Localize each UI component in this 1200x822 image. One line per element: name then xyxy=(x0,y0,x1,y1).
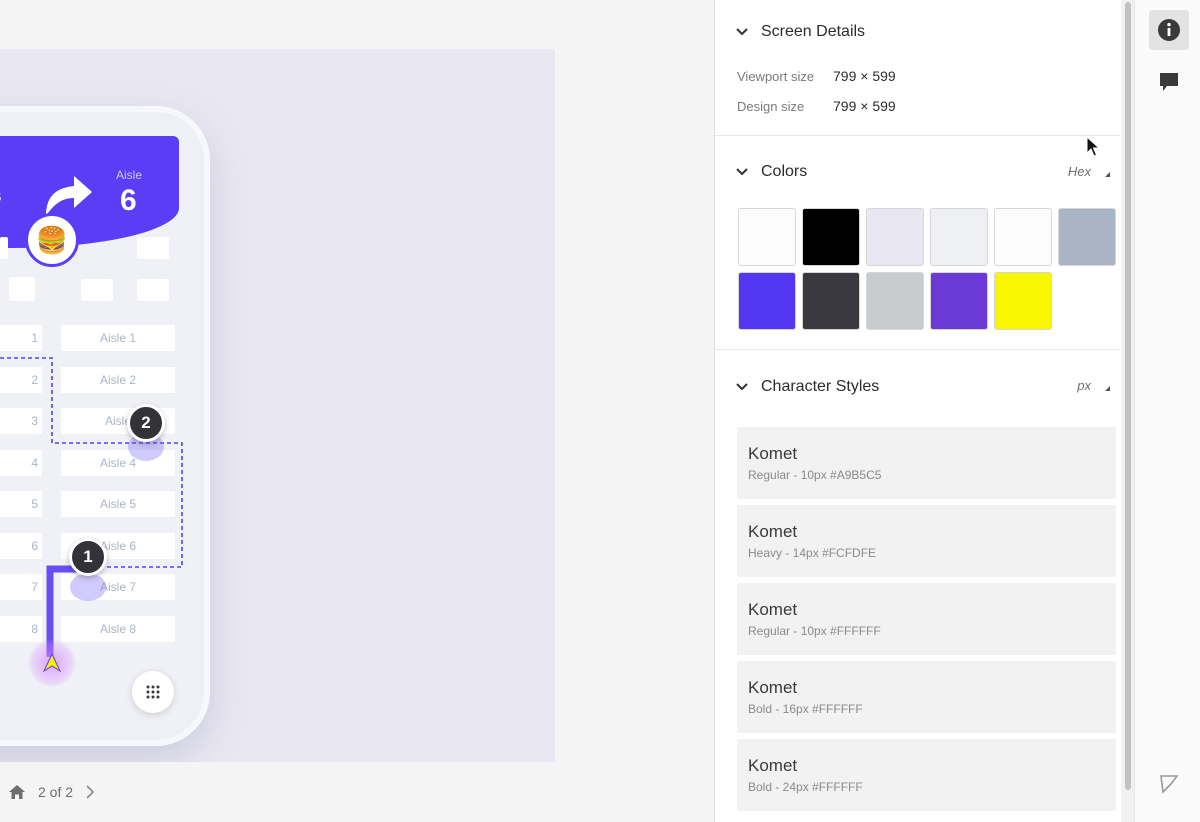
color-swatch[interactable] xyxy=(866,272,924,330)
character-styles-section: Character Styles px Komet Regular - 10px … xyxy=(715,350,1120,822)
pin-halo xyxy=(70,573,106,601)
font-name: Komet xyxy=(748,444,798,463)
flag-icon xyxy=(1160,775,1179,794)
character-style-card[interactable]: Komet Regular - 10px #FFFFFF xyxy=(737,583,1116,655)
panel-scrollbar[interactable] xyxy=(1122,0,1134,822)
color-swatch[interactable] xyxy=(994,208,1052,266)
character-style-card[interactable]: Komet Bold - 16px #FFFFFF xyxy=(737,661,1116,733)
color-swatch[interactable] xyxy=(994,272,1052,330)
color-swatch[interactable] xyxy=(930,208,988,266)
comments-button[interactable] xyxy=(1149,62,1189,102)
detail-value: 799 × 599 xyxy=(833,98,896,114)
color-swatch[interactable] xyxy=(802,272,860,330)
user-location-icon xyxy=(28,639,76,687)
detail-label: Design size xyxy=(737,98,805,114)
character-style-card[interactable]: Komet Heavy - 14px #FCFDFE xyxy=(737,505,1116,577)
design-canvas[interactable]: up ers Aisle 6 🍔 1Aisle 12Aisle 23Aisle4… xyxy=(0,0,714,822)
font-spec: Bold - 16px #FFFFFF xyxy=(748,702,863,716)
dropdown-corner-icon xyxy=(1105,172,1110,177)
detail-label: Viewport size xyxy=(737,68,815,84)
page-indicator: 2 of 2 xyxy=(38,784,74,800)
character-styles-header[interactable]: Character Styles xyxy=(735,377,879,397)
color-swatch[interactable] xyxy=(738,272,796,330)
chevron-down-icon xyxy=(736,168,748,176)
route-stop-2-pin[interactable]: 2 xyxy=(127,404,165,442)
comment-icon xyxy=(1160,73,1178,91)
pin-number: 2 xyxy=(141,413,151,432)
chevron-down-icon xyxy=(736,383,748,391)
inspect-panel: Screen Details Viewport size 799 × 599 D… xyxy=(714,0,1121,822)
font-name: Komet xyxy=(748,756,798,775)
screen-details-header[interactable]: Screen Details xyxy=(735,22,865,42)
location-arrow-icon xyxy=(42,653,62,673)
character-style-card[interactable]: Komet Regular - 10px #A9B5C5 xyxy=(737,427,1116,499)
home-button[interactable] xyxy=(8,784,26,800)
detail-value: 799 × 599 xyxy=(833,68,896,84)
viewport-size-row: Viewport size 799 × 599 xyxy=(737,68,896,84)
dropdown-corner-icon xyxy=(1105,386,1110,391)
font-spec: Regular - 10px #A9B5C5 xyxy=(748,468,882,482)
color-format-label: Hex xyxy=(1067,164,1091,179)
scrollbar-thumb[interactable] xyxy=(1125,2,1131,790)
info-icon xyxy=(1158,19,1180,41)
pin-number: 1 xyxy=(83,547,93,566)
section-title: Colors xyxy=(761,163,808,180)
color-swatch[interactable] xyxy=(930,272,988,330)
color-swatch[interactable] xyxy=(802,208,860,266)
font-name: Komet xyxy=(748,522,798,541)
chevron-right-icon xyxy=(86,785,95,799)
right-rail xyxy=(1134,0,1200,822)
screen-details-section: Screen Details Viewport size 799 × 599 D… xyxy=(715,0,1120,136)
colors-section: Colors Hex xyxy=(715,136,1120,350)
unit-label: px xyxy=(1077,378,1091,393)
artboard-pager: 2 of 2 xyxy=(0,762,714,822)
colors-header[interactable]: Colors xyxy=(735,162,807,182)
section-title: Character Styles xyxy=(761,378,880,395)
character-style-card[interactable]: Komet Bold - 24px #FFFFFF xyxy=(737,739,1116,811)
info-button[interactable] xyxy=(1149,10,1189,50)
color-swatch[interactable] xyxy=(738,208,796,266)
design-size-row: Design size 799 × 599 xyxy=(737,98,896,114)
section-title: Screen Details xyxy=(761,23,866,40)
font-spec: Bold - 24px #FFFFFF xyxy=(748,780,863,794)
artboard[interactable]: up ers Aisle 6 🍔 1Aisle 12Aisle 23Aisle4… xyxy=(0,49,555,762)
home-icon xyxy=(9,785,25,799)
grid-menu-button[interactable] xyxy=(132,671,174,713)
grid-dots-icon xyxy=(146,685,160,699)
font-spec: Heavy - 14px #FCFDFE xyxy=(748,546,877,560)
feedback-button[interactable] xyxy=(1149,764,1189,804)
color-swatch[interactable] xyxy=(866,208,924,266)
color-format-toggle[interactable]: Hex xyxy=(1068,164,1110,179)
unit-toggle[interactable]: px xyxy=(1077,378,1110,393)
font-name: Komet xyxy=(748,678,798,697)
route-path xyxy=(0,357,183,657)
next-page-button[interactable] xyxy=(85,785,95,799)
route-stop-1-pin[interactable]: 1 xyxy=(69,538,107,576)
color-swatch[interactable] xyxy=(1058,208,1116,266)
font-spec: Regular - 10px #FFFFFF xyxy=(748,624,881,638)
chevron-down-icon xyxy=(736,28,748,36)
font-name: Komet xyxy=(748,600,798,619)
